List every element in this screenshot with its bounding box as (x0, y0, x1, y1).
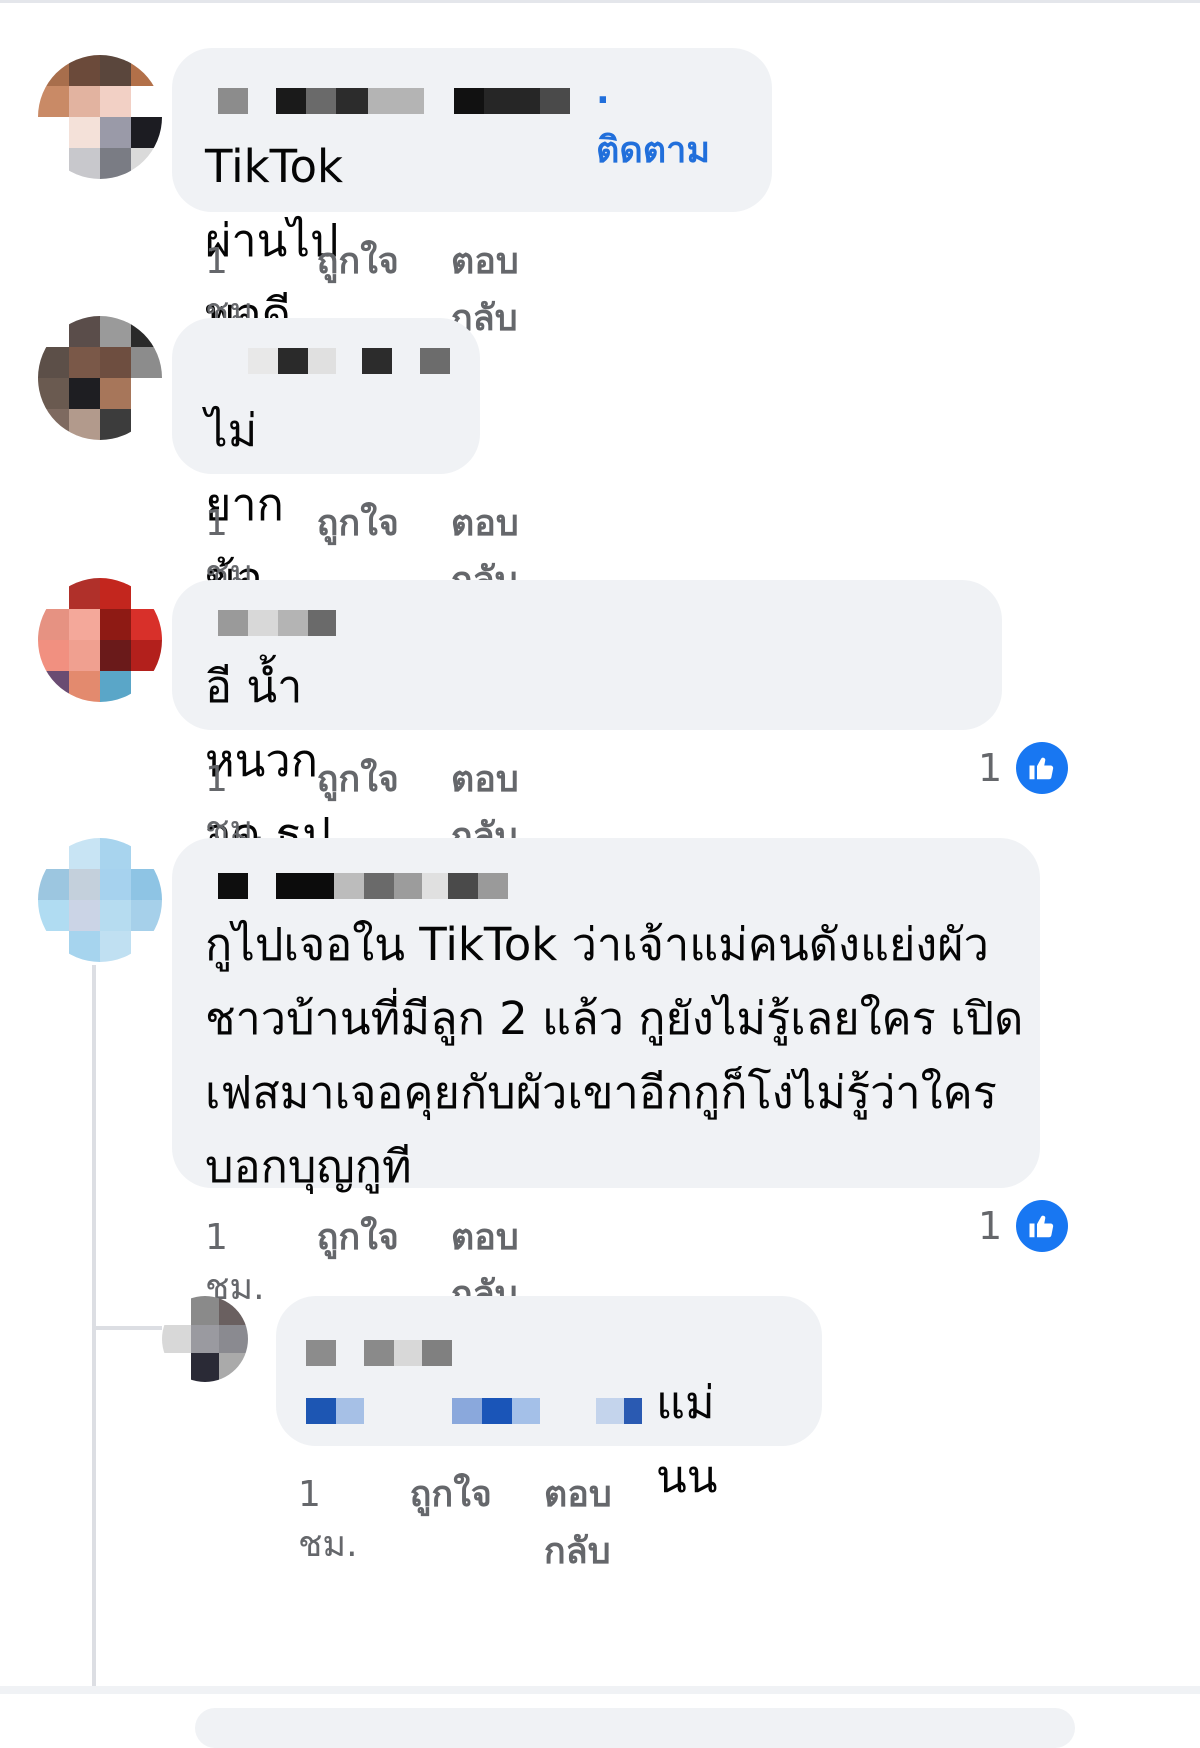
reply-time[interactable]: 1 ชม. (298, 1474, 358, 1572)
thumbs-up-icon (1016, 742, 1069, 794)
avatar[interactable] (38, 578, 162, 702)
like-button[interactable]: ถูกใจ (317, 750, 399, 807)
reply-text: แม่ นน (656, 1376, 718, 1503)
like-button[interactable]: ถูกใจ (410, 1465, 492, 1522)
like-button[interactable]: ถูกใจ (317, 494, 399, 551)
comment-text: กูไปเจอใน TikTok ว่าเจ้าแม่คนดังแย่งผัว … (205, 918, 1024, 1193)
avatar[interactable] (38, 55, 162, 179)
follow-link[interactable]: · ติดตาม (596, 80, 710, 178)
next-comment-bubble-partial (195, 1708, 1075, 1748)
top-divider (0, 0, 1200, 3)
reaction-count: 1 (978, 746, 1003, 790)
reply-actions: 1 ชม. ถูกใจ ตอบกลับ (298, 1465, 612, 1579)
thumbs-up-icon (1016, 1200, 1069, 1252)
reaction-summary[interactable]: 1 (978, 1200, 1069, 1252)
reaction-count: 1 (978, 1204, 1003, 1248)
reaction-summary[interactable]: 1 (978, 742, 1069, 794)
avatar[interactable] (38, 838, 162, 962)
thread-connector-branch (92, 1326, 162, 1330)
author-name-redacted[interactable] (218, 88, 570, 114)
avatar[interactable] (162, 1296, 248, 1382)
reply-button[interactable]: ตอบกลับ (544, 1465, 612, 1579)
like-button[interactable]: ถูกใจ (317, 232, 399, 289)
author-name-redacted[interactable] (306, 1340, 452, 1366)
like-button[interactable]: ถูกใจ (317, 1208, 399, 1265)
mention-redacted[interactable] (306, 1398, 642, 1424)
author-name-redacted[interactable] (218, 873, 508, 899)
author-name-redacted[interactable] (218, 610, 336, 636)
author-name-redacted[interactable] (248, 348, 450, 374)
section-divider (0, 1686, 1200, 1694)
avatar[interactable] (38, 316, 162, 440)
